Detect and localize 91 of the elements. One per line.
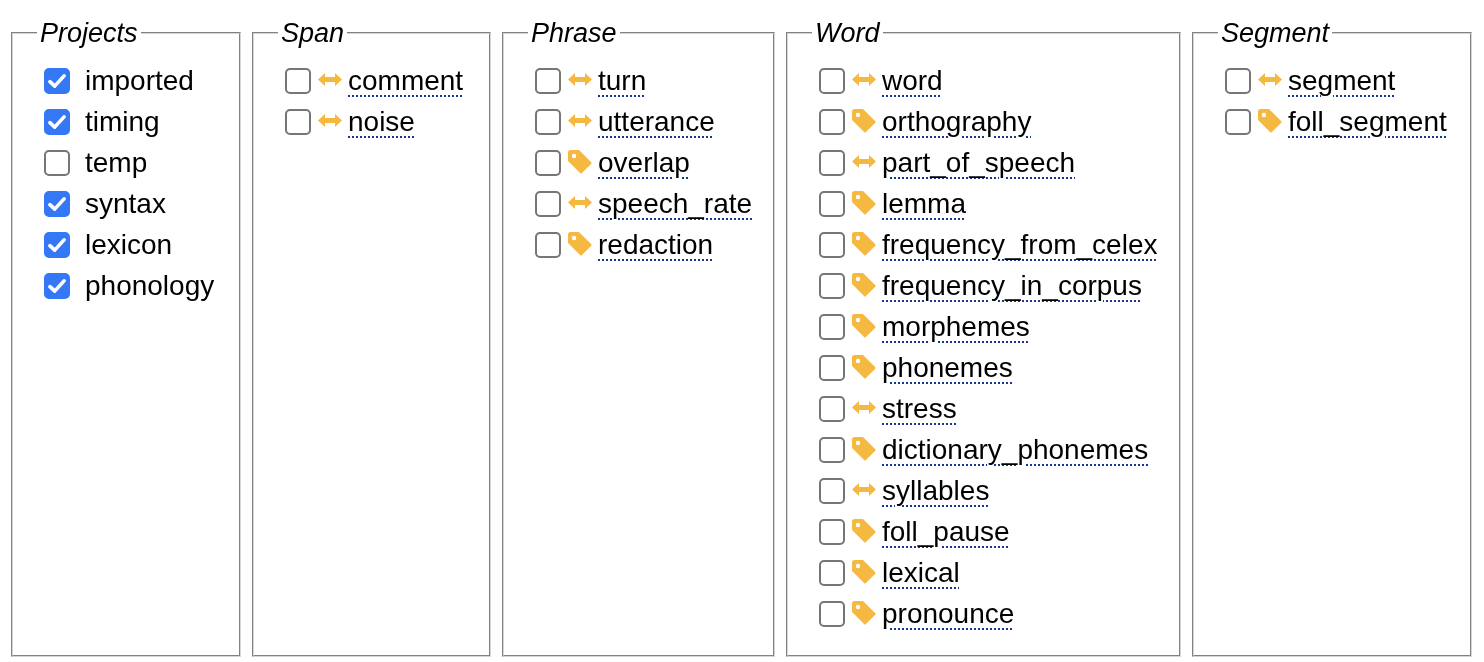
- tag-icon: [852, 108, 876, 133]
- layer-label: dictionary_phonemes: [882, 432, 1149, 467]
- layer-label: redaction: [598, 227, 714, 262]
- tag-icon: [568, 149, 592, 174]
- checkbox[interactable]: [819, 559, 845, 586]
- checkbox[interactable]: [819, 190, 845, 217]
- checkbox[interactable]: [44, 108, 70, 135]
- double-arrow-icon: [852, 400, 876, 414]
- panel-title: Phrase: [530, 18, 618, 48]
- layer-label: pronounce: [882, 596, 1015, 631]
- layer-label: orthography: [882, 104, 1032, 139]
- checkbox[interactable]: [819, 313, 845, 340]
- panel-title: Projects: [39, 18, 139, 48]
- checkmark-icon: [48, 112, 66, 131]
- checkmark-icon: [48, 194, 66, 213]
- tag-icon: [568, 231, 592, 256]
- tag-icon: [852, 313, 876, 338]
- checkbox[interactable]: [819, 477, 845, 504]
- checkbox[interactable]: [819, 518, 845, 545]
- checkbox[interactable]: [819, 108, 845, 135]
- tag-icon: [852, 436, 876, 461]
- checkbox[interactable]: [44, 272, 70, 299]
- double-arrow-icon: [318, 72, 342, 86]
- checkmark-icon: [48, 276, 66, 295]
- layer-label: frequency_from_celex: [882, 227, 1158, 262]
- tag-icon: [852, 190, 876, 215]
- tag-icon: [852, 559, 876, 584]
- double-arrow-icon: [318, 113, 342, 127]
- layer-label: segment: [1288, 63, 1396, 98]
- layer-label: speech_rate: [598, 186, 753, 221]
- checkbox[interactable]: [819, 231, 845, 258]
- layer-label: utterance: [598, 104, 715, 139]
- checkbox[interactable]: [535, 231, 561, 258]
- tag-icon: [852, 231, 876, 256]
- layer-label: turn: [598, 63, 647, 98]
- checkbox[interactable]: [44, 149, 70, 176]
- double-arrow-icon: [852, 154, 876, 168]
- checkbox[interactable]: [1225, 67, 1251, 94]
- checkbox[interactable]: [44, 67, 70, 94]
- layer-label: lexical: [882, 555, 960, 590]
- checkbox[interactable]: [819, 272, 845, 299]
- double-arrow-icon: [568, 195, 592, 209]
- layer-label: foll_segment: [1288, 104, 1447, 139]
- project-label: temp: [85, 145, 148, 180]
- double-arrow-icon: [568, 72, 592, 86]
- tag-icon: [852, 354, 876, 379]
- tag-icon: [852, 600, 876, 625]
- layer-label: syllables: [882, 473, 990, 508]
- checkbox[interactable]: [1225, 108, 1251, 135]
- layer-label: foll_pause: [882, 514, 1010, 549]
- checkmark-icon: [48, 71, 66, 90]
- layer-label: stress: [882, 391, 957, 426]
- checkbox[interactable]: [819, 67, 845, 94]
- layer-label: noise: [348, 104, 415, 139]
- tag-icon: [852, 518, 876, 543]
- project-label: syntax: [85, 186, 166, 221]
- checkmark-icon: [48, 235, 66, 254]
- checkbox[interactable]: [819, 436, 845, 463]
- double-arrow-icon: [852, 482, 876, 496]
- checkbox[interactable]: [819, 600, 845, 627]
- layer-label: phonemes: [882, 350, 1013, 385]
- double-arrow-icon: [852, 72, 876, 86]
- layer-label: word: [882, 63, 943, 98]
- checkbox[interactable]: [819, 149, 845, 176]
- checkbox[interactable]: [44, 231, 70, 258]
- layer-label: part_of_speech: [882, 145, 1076, 180]
- layer-label: morphemes: [882, 309, 1030, 344]
- tag-icon: [1258, 108, 1282, 133]
- panel-title: Segment: [1220, 18, 1331, 48]
- checkbox[interactable]: [285, 108, 311, 135]
- project-label: lexicon: [85, 227, 173, 262]
- double-arrow-icon: [568, 113, 592, 127]
- checkbox[interactable]: [535, 108, 561, 135]
- checkbox[interactable]: [535, 67, 561, 94]
- double-arrow-icon: [1258, 72, 1282, 86]
- panel-title: Word: [814, 18, 881, 48]
- project-label: phonology: [85, 268, 215, 303]
- layer-label: comment: [348, 63, 464, 98]
- checkbox[interactable]: [819, 354, 845, 381]
- checkbox[interactable]: [285, 67, 311, 94]
- checkbox[interactable]: [535, 190, 561, 217]
- checkbox[interactable]: [819, 395, 845, 422]
- project-label: imported: [85, 63, 194, 98]
- panel-title: Span: [280, 18, 346, 48]
- tag-icon: [852, 272, 876, 297]
- layer-label: frequency_in_corpus: [882, 268, 1142, 303]
- checkbox[interactable]: [44, 190, 70, 217]
- checkbox[interactable]: [535, 149, 561, 176]
- layer-label: lemma: [882, 186, 966, 221]
- layer-label: overlap: [598, 145, 690, 180]
- project-label: timing: [85, 104, 160, 139]
